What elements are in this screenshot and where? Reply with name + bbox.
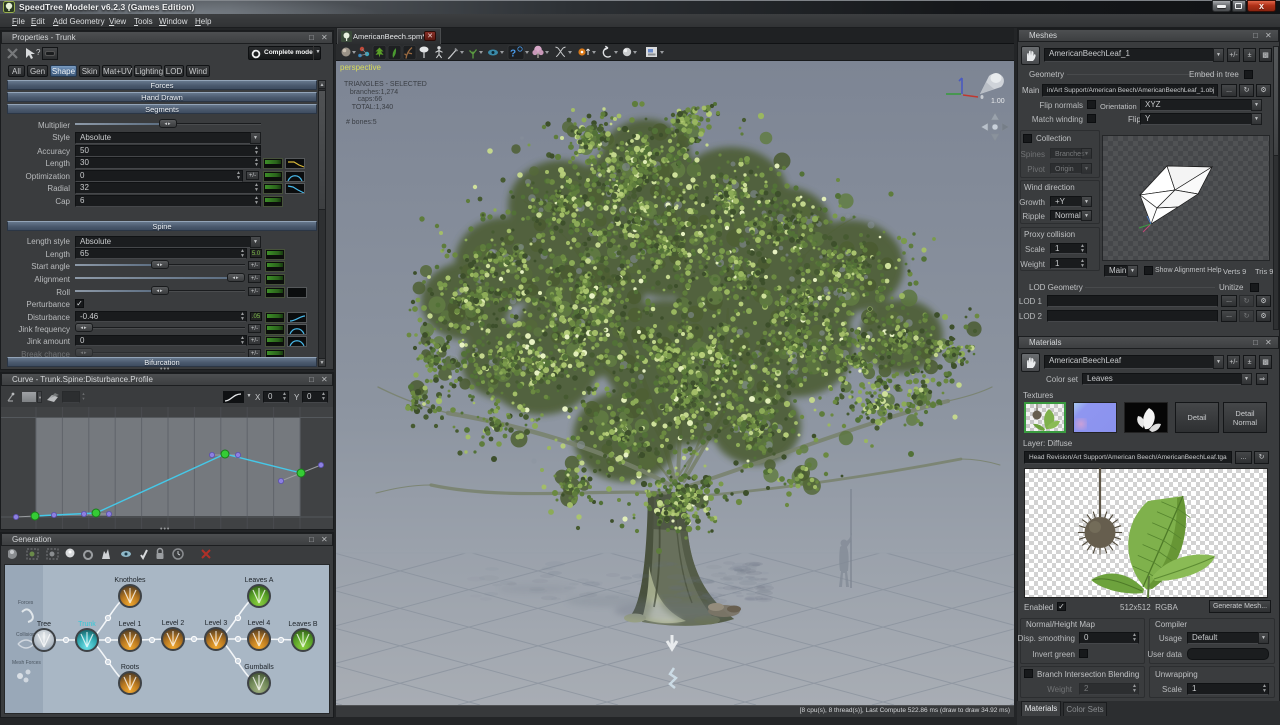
svg-text:Level 1: Level 1	[119, 621, 142, 628]
svg-text:Leaves A: Leaves A	[245, 577, 274, 584]
svg-text:Gumballs: Gumballs	[244, 664, 274, 671]
svg-text:Knotholes: Knotholes	[114, 577, 146, 584]
svg-text:Level 4: Level 4	[248, 620, 271, 627]
svg-text:Level 2: Level 2	[162, 620, 185, 627]
svg-text:Leaves B: Leaves B	[288, 621, 318, 628]
svg-text:Tree: Tree	[37, 621, 51, 628]
svg-text:Mesh Forces: Mesh Forces	[12, 660, 41, 666]
svg-text:Trunk: Trunk	[78, 621, 96, 628]
svg-text:Roots: Roots	[121, 664, 140, 671]
svg-text:Forces: Forces	[18, 600, 34, 606]
svg-text:Collision: Collision	[16, 632, 35, 638]
svg-text:?: ?	[36, 48, 41, 57]
svg-text:?: ?	[510, 49, 516, 60]
svg-text:Level 3: Level 3	[205, 620, 228, 627]
